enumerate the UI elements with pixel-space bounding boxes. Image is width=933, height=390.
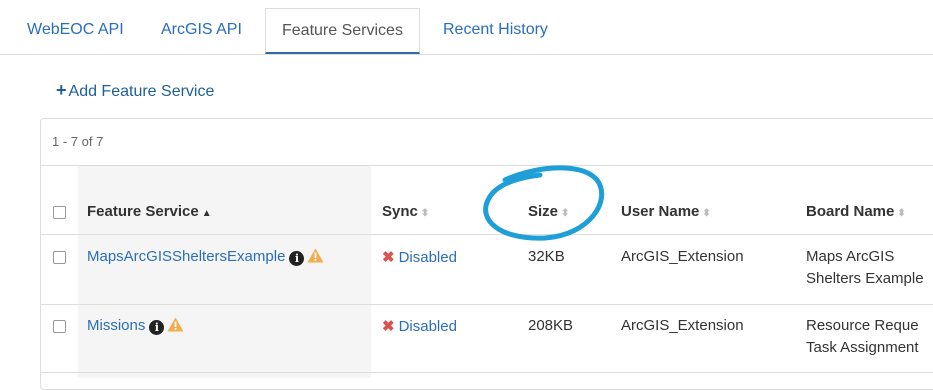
sort-icon: ⬍ (561, 208, 570, 219)
user-name-value: ArcGIS_Extension (621, 248, 744, 265)
column-header-sync[interactable]: Sync ⬍ (382, 203, 429, 220)
column-header-feature-service[interactable]: Feature Service ▲ (87, 203, 212, 220)
info-icon[interactable]: i (289, 251, 305, 266)
feature-service-link[interactable]: Missions (87, 317, 145, 334)
select-all-checkbox[interactable] (53, 206, 66, 219)
tab-bar: WebEOC API ArcGIS API Feature Services R… (0, 0, 933, 55)
feature-service-link[interactable]: MapsArcGISSheltersExample (87, 248, 285, 265)
table-row-feature-service: Missions i (87, 317, 184, 336)
sort-asc-icon: ▲ (201, 208, 212, 219)
sort-icon: ⬍ (702, 208, 711, 219)
sorted-column-shade (78, 166, 371, 378)
sort-icon: ⬍ (897, 208, 906, 219)
row-checkbox[interactable] (53, 251, 66, 264)
plus-icon: + (56, 80, 67, 100)
board-name-line2: Task Assignment (806, 339, 919, 356)
column-header-board-name[interactable]: Board Name ⬍ (806, 203, 906, 220)
column-header-size[interactable]: Size ⬍ (528, 203, 569, 220)
divider (41, 372, 933, 373)
size-value: 208KB (528, 317, 574, 334)
tab-feature-services[interactable]: Feature Services (265, 8, 420, 54)
warning-icon[interactable] (307, 248, 324, 267)
sync-status[interactable]: ✖ Disabled (382, 248, 457, 266)
divider (41, 165, 933, 166)
divider (41, 304, 933, 305)
tab-recent-history[interactable]: Recent History (443, 8, 548, 53)
board-name-line1: Maps ArcGIS (806, 248, 895, 265)
close-icon: ✖ (382, 249, 395, 266)
table-row-feature-service: MapsArcGISSheltersExample i (87, 248, 324, 267)
close-icon: ✖ (382, 318, 395, 335)
user-name-value: ArcGIS_Extension (621, 317, 744, 334)
divider (41, 234, 933, 235)
add-feature-service-button[interactable]: + Add Feature Service (56, 80, 214, 101)
sync-status[interactable]: ✖ Disabled (382, 317, 457, 335)
sort-icon: ⬍ (420, 208, 430, 219)
column-header-user-name[interactable]: User Name ⬍ (621, 203, 711, 220)
board-name-line2: Shelters Example (806, 270, 924, 287)
info-icon[interactable]: i (149, 320, 165, 335)
board-name-line1: Resource Reque (806, 317, 919, 334)
warning-icon[interactable] (167, 317, 184, 336)
row-checkbox[interactable] (53, 320, 66, 333)
size-value: 32KB (528, 248, 565, 265)
pagination-range: 1 - 7 of 7 (52, 134, 104, 149)
tab-arcgis-api[interactable]: ArcGIS API (161, 8, 242, 53)
add-feature-service-label: Add Feature Service (68, 83, 215, 100)
tab-webeoc-api[interactable]: WebEOC API (27, 8, 124, 53)
